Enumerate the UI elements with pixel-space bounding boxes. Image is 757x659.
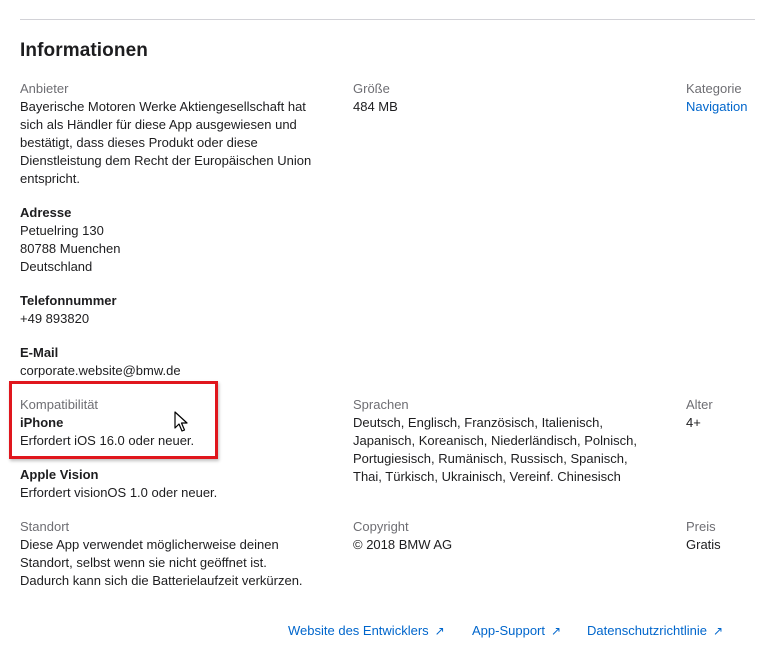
external-link-arrow-icon: ↗ — [434, 624, 445, 638]
copyright-value: © 2018 BMW AG — [353, 537, 453, 552]
external-link-arrow-icon: ↗ — [712, 624, 724, 638]
privacy-policy-label: Datenschutzrichtlinie — [587, 623, 707, 638]
privacy-policy-link[interactable]: Datenschutzrichtlinie ↗ — [587, 622, 723, 640]
age-block: Alter 4+ — [686, 396, 757, 432]
address-block: Adresse Petuelring 130 80788 Muenchen De… — [20, 204, 340, 276]
phone-block: Telefonnummer +49 893820 — [20, 292, 340, 328]
price-label: Preis — [686, 519, 716, 534]
price-block: Preis Gratis — [686, 518, 757, 554]
external-link-arrow-icon: ↗ — [551, 624, 562, 638]
developer-website-link[interactable]: Website des Entwicklers ↗ — [288, 622, 445, 640]
provider-label: Anbieter — [20, 81, 69, 96]
phone-value: +49 893820 — [20, 311, 90, 326]
category-block: Kategorie Navigation — [686, 80, 757, 116]
size-label: Größe — [353, 81, 390, 96]
address-value: Petuelring 130 80788 Muenchen Deutschlan… — [20, 223, 121, 274]
price-value: Gratis — [686, 537, 721, 552]
mouse-pointer-icon — [174, 411, 188, 432]
email-value: corporate.website@bmw.de — [20, 363, 181, 378]
provider-value: Bayerische Motoren Werke Aktiengesellsch… — [20, 99, 312, 186]
category-label: Kategorie — [686, 81, 742, 96]
size-value: 484 MB — [353, 99, 398, 114]
phone-label: Telefonnummer — [20, 293, 117, 308]
location-value: Diese App verwendet möglicherweise deine… — [20, 537, 303, 588]
app-support-link[interactable]: App-Support ↗ — [472, 622, 561, 640]
developer-website-label: Website des Entwicklers — [288, 623, 429, 638]
address-label: Adresse — [20, 205, 72, 220]
age-value: 4+ — [686, 415, 701, 430]
copyright-label: Copyright — [353, 519, 409, 534]
apple-vision-title: Apple Vision — [20, 467, 99, 482]
section-title: Informationen — [20, 40, 148, 61]
size-block: Größe 484 MB — [353, 80, 673, 116]
app-support-label: App-Support — [472, 623, 545, 638]
location-label: Standort — [20, 519, 70, 534]
email-label: E-Mail — [20, 345, 59, 360]
age-label: Alter — [686, 397, 713, 412]
apple-vision-requirement: Erfordert visionOS 1.0 oder neuer. — [20, 485, 218, 500]
languages-value: Deutsch, Englisch, Französisch, Italieni… — [353, 415, 637, 484]
copyright-block: Copyright © 2018 BMW AG — [353, 518, 673, 554]
location-block: Standort Diese App verwendet möglicherwe… — [20, 518, 340, 590]
top-divider — [20, 19, 755, 20]
provider-block: Anbieter Bayerische Motoren Werke Aktien… — [20, 80, 340, 188]
languages-label: Sprachen — [353, 397, 409, 412]
languages-block: Sprachen Deutsch, Englisch, Französisch,… — [353, 396, 673, 486]
category-link[interactable]: Navigation — [686, 98, 757, 116]
email-block: E-Mail corporate.website@bmw.de — [20, 344, 340, 380]
